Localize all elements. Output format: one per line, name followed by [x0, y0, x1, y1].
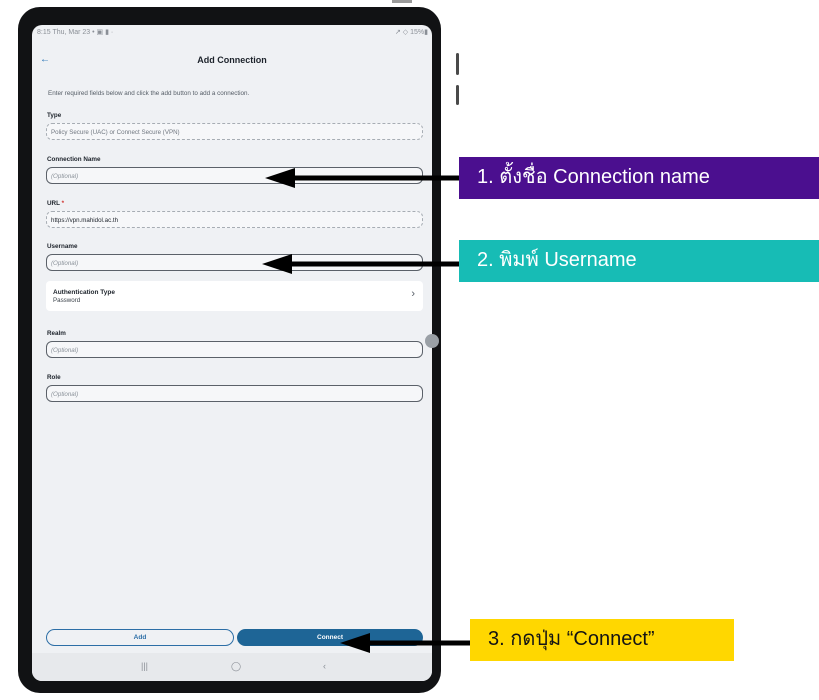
status-battery: ↗ ◇ 15%▮ — [394, 29, 428, 36]
auth-type-value: Password — [53, 297, 81, 304]
type-label: Type — [47, 112, 62, 119]
role-input[interactable]: (Optional) — [46, 385, 423, 402]
page-title: Add Connection — [197, 55, 267, 65]
tablet-top-edge — [392, 0, 412, 3]
connection-name-placeholder: (Optional) — [51, 173, 79, 180]
callout-step-2: 2. พิมพ์ Username — [459, 240, 819, 282]
type-placeholder: Policy Secure (UAC) or Connect Secure (V… — [51, 129, 180, 136]
status-bar: 8:15 Thu, Mar 23 • ▣ ▮ · ↗ ◇ 15%▮ — [32, 25, 432, 39]
url-label: URL * — [47, 200, 64, 207]
realm-input[interactable]: (Optional) — [46, 341, 423, 358]
system-nav-bar: ||| ◯ ‹ — [32, 653, 432, 681]
callout-step-1: 1. ตั้งชื่อ Connection name — [459, 157, 819, 199]
add-button[interactable]: Add — [46, 629, 234, 646]
home-icon[interactable]: ◯ — [231, 661, 241, 672]
arrow-to-connection-name — [265, 168, 463, 188]
callout-step-3: 3. กดปุ่ม “Connect” — [470, 619, 734, 661]
url-field[interactable]: https://vpn.mahidol.ac.th — [46, 211, 423, 228]
app-bar: ← Add Connection — [32, 53, 432, 73]
realm-label: Realm — [47, 330, 66, 337]
connection-name-label: Connection Name — [47, 156, 101, 163]
realm-placeholder: (Optional) — [51, 347, 79, 354]
authentication-type-row[interactable]: Authentication Type Password › — [46, 281, 423, 311]
volume-button — [456, 53, 459, 75]
arrow-to-username — [262, 254, 465, 274]
status-time-date: 8:15 Thu, Mar 23 • ▣ ▮ · — [37, 29, 114, 36]
intro-text: Enter required fields below and click th… — [48, 90, 250, 97]
auth-type-title: Authentication Type — [53, 289, 115, 296]
username-label: Username — [47, 243, 78, 250]
back-icon[interactable]: ‹ — [323, 661, 326, 671]
required-marker: * — [59, 200, 65, 207]
role-placeholder: (Optional) — [51, 391, 79, 398]
type-field[interactable]: Policy Secure (UAC) or Connect Secure (V… — [46, 123, 423, 140]
scroll-handle[interactable] — [425, 334, 439, 348]
recents-icon[interactable]: ||| — [141, 661, 148, 671]
app-screen: 8:15 Thu, Mar 23 • ▣ ▮ · ↗ ◇ 15%▮ ← Add … — [32, 25, 432, 681]
chevron-right-icon: › — [411, 288, 415, 300]
url-value: https://vpn.mahidol.ac.th — [51, 217, 119, 224]
power-button — [456, 85, 459, 105]
url-label-text: URL — [47, 200, 60, 207]
username-placeholder: (Optional) — [51, 260, 79, 267]
arrow-to-connect — [340, 633, 472, 653]
role-label: Role — [47, 374, 61, 381]
